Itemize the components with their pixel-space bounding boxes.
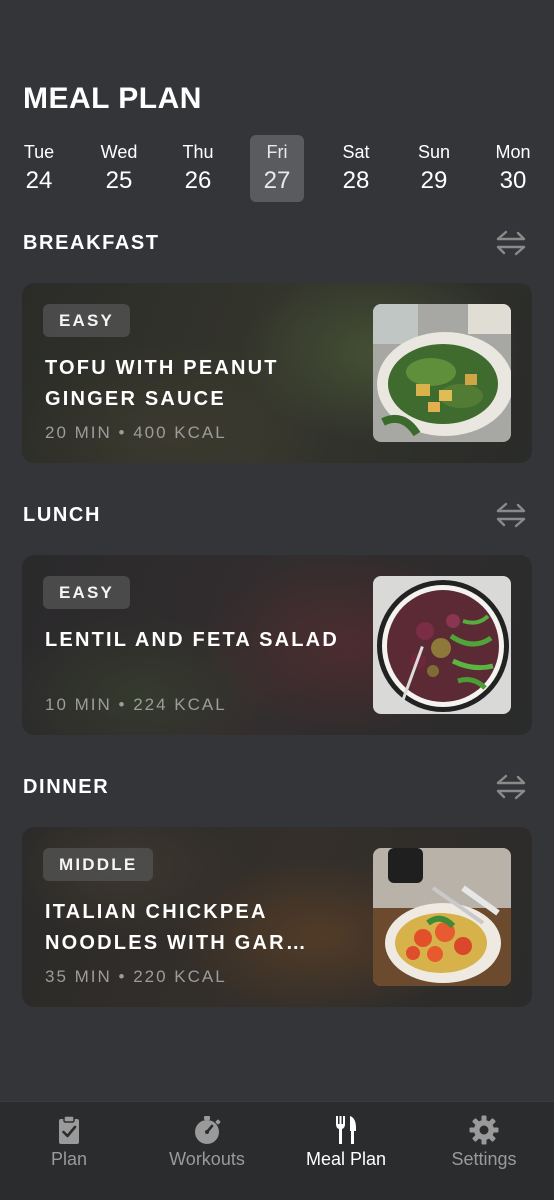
meal-meta: 10 MIN • 224 KCAL (45, 695, 227, 714)
meal-meta: 20 MIN • 400 KCAL (45, 423, 227, 442)
tab-meal-plan[interactable]: Meal Plan (277, 1102, 415, 1200)
day-date: 27 (263, 167, 291, 194)
day-name: Thu (182, 142, 214, 162)
day-date: 25 (105, 167, 133, 194)
difficulty-badge: MIDDLE (43, 848, 154, 881)
day-name: Wed (100, 142, 138, 162)
clipboard-check-icon (59, 1115, 79, 1144)
section-title-dinner: DINNER (23, 776, 110, 798)
day-selector: Tue 24 Wed 25 Thu 26 Fri 27 Sat 28 Sun 2… (12, 135, 552, 203)
tab-settings[interactable]: Settings (415, 1102, 553, 1200)
tab-label: Settings (451, 1149, 517, 1169)
day-wed[interactable]: Wed 25 (92, 135, 146, 202)
meal-photo (373, 848, 511, 986)
meal-name: ITALIAN CHICKPEA NOODLES WITH GAR… (45, 901, 308, 954)
day-name: Sat (342, 142, 370, 162)
section-title-breakfast: BREAKFAST (23, 232, 160, 254)
day-thu[interactable]: Thu 26 (171, 135, 225, 202)
day-date: 28 (342, 167, 370, 194)
day-sun[interactable]: Sun 29 (407, 135, 461, 202)
stopwatch-icon (195, 1116, 221, 1144)
difficulty-badge: EASY (43, 304, 131, 337)
day-fri[interactable]: Fri 27 (250, 135, 304, 202)
meal-meta: 35 MIN • 220 KCAL (45, 967, 227, 986)
meal-card-lunch[interactable]: EASY LENTIL AND FETA SALAD 10 MIN • 224 … (22, 555, 532, 735)
meal-name: TOFU WITH PEANUT GINGER SAUCE (45, 357, 279, 410)
meal-card-breakfast[interactable]: EASY TOFU WITH PEANUT GINGER SAUCE 20 MI… (22, 283, 532, 463)
gear-icon (469, 1115, 499, 1145)
page-title: MEAL PLAN (23, 82, 202, 115)
day-date: 26 (184, 167, 212, 194)
bottom-tab-bar: Plan Workouts Meal Plan Settings (0, 1101, 554, 1200)
day-name: Tue (23, 142, 55, 162)
fork-knife-icon (336, 1116, 356, 1144)
day-name: Mon (495, 142, 531, 162)
swap-arrows-icon[interactable] (494, 228, 528, 258)
day-name: Fri (266, 142, 288, 162)
tab-label: Workouts (169, 1149, 245, 1169)
swap-arrows-icon[interactable] (494, 500, 528, 530)
day-date: 29 (420, 167, 448, 194)
tab-label: Meal Plan (305, 1149, 387, 1169)
difficulty-badge: EASY (43, 576, 131, 609)
meal-name: LENTIL AND FETA SALAD (45, 629, 339, 651)
day-tue[interactable]: Tue 24 (12, 135, 66, 202)
day-name: Sun (417, 142, 451, 162)
day-mon[interactable]: Mon 30 (486, 135, 540, 202)
day-date: 24 (25, 167, 53, 194)
tab-label: Plan (50, 1149, 88, 1169)
meal-photo (373, 576, 511, 714)
section-title-lunch: LUNCH (23, 504, 101, 526)
meal-plan-screen: MEAL PLAN Tue 24 Wed 25 Thu 26 Fri 27 Sa… (0, 0, 554, 1200)
tab-plan[interactable]: Plan (0, 1102, 138, 1200)
meal-card-dinner[interactable]: MIDDLE ITALIAN CHICKPEA NOODLES WITH GAR… (22, 827, 532, 1007)
tab-workouts[interactable]: Workouts (138, 1102, 276, 1200)
day-sat[interactable]: Sat 28 (329, 135, 383, 202)
day-date: 30 (499, 167, 527, 194)
meal-photo (373, 304, 511, 442)
swap-arrows-icon[interactable] (494, 772, 528, 802)
